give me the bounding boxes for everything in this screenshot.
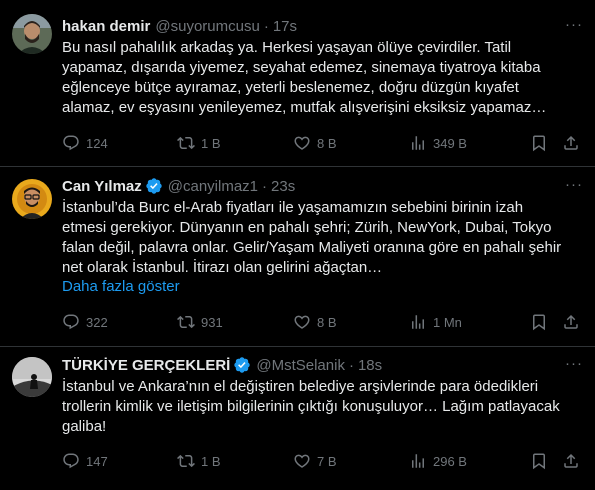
bookmark-icon bbox=[533, 453, 545, 470]
tweet-text[interactable]: İstanbul ve Ankara’nın el değiştiren bel… bbox=[62, 377, 583, 437]
tweet-header: TÜRKİYE GERÇEKLERİ @MstSelanik · 18s ··· bbox=[62, 355, 583, 375]
repost-count: 1 B bbox=[201, 135, 221, 151]
timestamp[interactable]: 17s bbox=[273, 18, 297, 35]
share-button[interactable] bbox=[562, 133, 580, 153]
more-options-button[interactable]: ··· bbox=[565, 355, 583, 372]
tweet-text[interactable]: Bu nasıl pahalılık arkadaş ya. Herkesi y… bbox=[62, 38, 583, 118]
verified-badge-icon bbox=[146, 178, 162, 194]
action-bar: 147 1 B 7 B 296 B bbox=[62, 451, 582, 471]
timestamp[interactable]: 18s bbox=[358, 357, 382, 374]
repost-count: 931 bbox=[201, 314, 223, 330]
share-icon bbox=[564, 453, 578, 468]
user-handle[interactable]: @suyorumcusu bbox=[155, 18, 259, 35]
bookmark-button[interactable] bbox=[530, 133, 548, 153]
bookmark-button[interactable] bbox=[530, 312, 548, 332]
tweet-text-line: falan değil, palavra onlar. Gelir/Yaşam … bbox=[62, 239, 562, 256]
separator: · bbox=[348, 356, 354, 374]
bookmark-button[interactable] bbox=[530, 451, 548, 471]
tweet[interactable]: hakan demir @suyorumcusu · 17s ··· Bu na… bbox=[0, 0, 595, 167]
tweet-text-line: etmesi gerekiyor. Dünyanın en pahalı şeh… bbox=[62, 219, 552, 236]
share-button[interactable] bbox=[562, 312, 580, 332]
like-count: 8 B bbox=[317, 314, 337, 330]
avatar[interactable] bbox=[12, 357, 52, 397]
tweet-text-line: yapamaz, dışarıda yiyemez, seyahat edeme… bbox=[62, 59, 541, 76]
view-count: 349 B bbox=[433, 135, 467, 151]
tweet[interactable]: TÜRKİYE GERÇEKLERİ @MstSelanik · 18s ···… bbox=[0, 347, 595, 490]
repost-button[interactable]: 1 B bbox=[177, 451, 221, 471]
avatar-image bbox=[12, 179, 52, 219]
separator: · bbox=[263, 17, 269, 35]
share-icon bbox=[564, 314, 578, 329]
display-name[interactable]: Can Yılmaz bbox=[62, 178, 142, 195]
heart-icon bbox=[294, 136, 310, 150]
repost-button[interactable]: 931 bbox=[177, 312, 223, 332]
repost-icon bbox=[177, 315, 195, 329]
more-options-button[interactable]: ··· bbox=[565, 176, 583, 193]
reply-button[interactable]: 147 bbox=[62, 451, 108, 471]
timeline-feed: hakan demir @suyorumcusu · 17s ··· Bu na… bbox=[0, 0, 595, 490]
tweet-text[interactable]: İstanbul’da Burc el-Arab fiyatları ile y… bbox=[62, 198, 583, 278]
views-button[interactable]: 296 B bbox=[409, 451, 467, 471]
tweet-header: hakan demir @suyorumcusu · 17s ··· bbox=[62, 16, 583, 36]
repost-button[interactable]: 1 B bbox=[177, 133, 221, 153]
show-more-link[interactable]: Daha fazla göster bbox=[62, 278, 180, 295]
views-button[interactable]: 349 B bbox=[409, 133, 467, 153]
like-button[interactable]: 8 B bbox=[293, 133, 337, 153]
heart-icon bbox=[294, 454, 310, 468]
tweet-text-line: net olarak İstanbul. İtirazı olan geliri… bbox=[62, 259, 383, 276]
avatar-image bbox=[12, 14, 52, 54]
reply-button[interactable]: 124 bbox=[62, 133, 108, 153]
verified-badge-icon bbox=[234, 357, 251, 373]
like-button[interactable]: 7 B bbox=[293, 451, 337, 471]
action-bar: 322 931 8 B 1 Mn bbox=[62, 312, 582, 332]
tweet-text-line: İstanbul ve Ankara’nın el değiştiren bel… bbox=[62, 378, 539, 395]
heart-icon bbox=[294, 315, 310, 329]
action-bar: 124 1 B 8 B 349 B bbox=[62, 133, 582, 153]
reply-icon bbox=[63, 453, 79, 469]
bookmark-icon bbox=[533, 135, 545, 152]
reply-button[interactable]: 322 bbox=[62, 312, 108, 332]
tweet[interactable]: Can Yılmaz @canyilmaz1 · 23s ··· İstanbu… bbox=[0, 167, 595, 347]
like-count: 8 B bbox=[317, 135, 337, 151]
reply-icon bbox=[63, 314, 79, 330]
views-chart-icon bbox=[412, 136, 424, 150]
display-name[interactable]: TÜRKİYE GERÇEKLERİ bbox=[62, 357, 230, 374]
tweet-text-line: eğlenceye bütçe ayıramaz, yeterli beslen… bbox=[62, 79, 519, 96]
views-chart-icon bbox=[412, 454, 424, 468]
tweet-header: Can Yılmaz @canyilmaz1 · 23s ··· bbox=[62, 176, 583, 196]
avatar[interactable] bbox=[12, 179, 52, 219]
share-icon bbox=[564, 135, 578, 150]
display-name[interactable]: hakan demir bbox=[62, 18, 150, 35]
views-chart-icon bbox=[412, 315, 424, 329]
reply-count: 322 bbox=[86, 314, 108, 330]
view-count: 1 Mn bbox=[433, 314, 462, 330]
user-handle[interactable]: @canyilmaz1 bbox=[168, 178, 258, 195]
tweet-text-line: alamaz, ev eşyasını yenileyemez, mutfak … bbox=[62, 99, 547, 116]
timestamp[interactable]: 23s bbox=[271, 178, 295, 195]
repost-icon bbox=[177, 454, 195, 468]
reply-count: 124 bbox=[86, 135, 108, 151]
views-button[interactable]: 1 Mn bbox=[409, 312, 462, 332]
tweet-text-line: Bu nasıl pahalılık arkadaş ya. Herkesi y… bbox=[62, 39, 512, 56]
more-options-button[interactable]: ··· bbox=[565, 16, 583, 33]
reply-icon bbox=[63, 135, 79, 151]
separator: · bbox=[262, 177, 268, 195]
view-count: 296 B bbox=[433, 453, 467, 469]
tweet-text-line: İstanbul’da Burc el-Arab fiyatları ile y… bbox=[62, 199, 524, 216]
tweet-text-line: galiba! bbox=[62, 418, 107, 435]
repost-count: 1 B bbox=[201, 453, 221, 469]
reply-count: 147 bbox=[86, 453, 108, 469]
like-button[interactable]: 8 B bbox=[293, 312, 337, 332]
avatar[interactable] bbox=[12, 14, 52, 54]
share-button[interactable] bbox=[562, 451, 580, 471]
bookmark-icon bbox=[533, 314, 545, 331]
avatar-image bbox=[12, 357, 52, 397]
user-handle[interactable]: @MstSelanik bbox=[256, 357, 345, 374]
tweet-text-line: trollerin kimlik ve iletişim bilgilerini… bbox=[62, 398, 560, 415]
repost-icon bbox=[177, 136, 195, 150]
like-count: 7 B bbox=[317, 453, 337, 469]
